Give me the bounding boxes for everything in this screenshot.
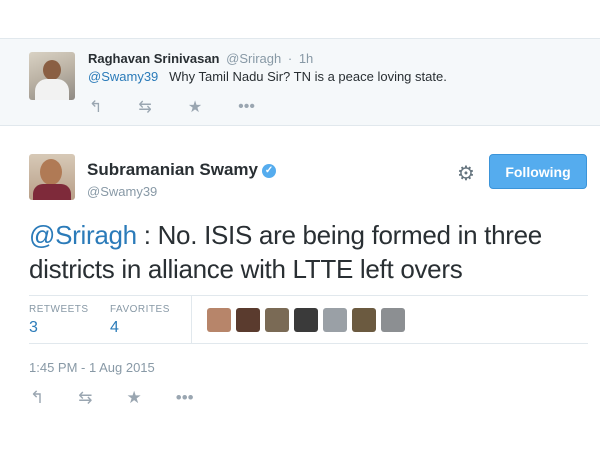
favoriter-avatar[interactable] — [236, 308, 260, 332]
reply-author-handle[interactable]: @Sriragh — [226, 51, 281, 66]
retweet-icon[interactable]: ⇆ — [78, 388, 92, 408]
more-icon[interactable]: ••• — [176, 388, 194, 408]
retweets-stat[interactable]: RETWEETS 3 — [29, 304, 89, 337]
favorite-icon[interactable]: ★ — [188, 97, 202, 117]
tweet-stats: RETWEETS 3 FAVORITES 4 — [29, 295, 588, 344]
reply-icon[interactable]: ↰ — [30, 388, 44, 408]
header-separator: · — [287, 51, 293, 66]
reply-author-name[interactable]: Raghavan Srinivasan — [88, 51, 220, 66]
reply-tweet-actions: ↰ ⇆ ★ ••• — [89, 97, 291, 117]
retweets-count: 3 — [29, 319, 38, 336]
verified-icon: ✓ — [262, 164, 277, 178]
reply-author-avatar[interactable] — [29, 52, 75, 100]
retweet-icon[interactable]: ⇆ — [138, 97, 151, 117]
favorites-count: 4 — [110, 319, 119, 336]
reply-tweet-header: Raghavan Srinivasan @Sriragh · 1h — [88, 51, 313, 66]
reply-icon[interactable]: ↰ — [89, 97, 102, 117]
favorite-icon[interactable]: ★ — [127, 388, 142, 408]
favoriter-avatar[interactable] — [207, 308, 231, 332]
gear-icon[interactable]: ⚙ — [457, 161, 475, 186]
favorites-label: FAVORITES — [110, 304, 170, 315]
main-tweet-text: @Sriragh : No. ISIS are being formed in … — [29, 218, 597, 286]
favoriter-avatars — [207, 308, 410, 332]
reply-tweet-text: @Swamy39 Why Tamil Nadu Sir? TN is a pea… — [88, 69, 447, 84]
favoriter-avatar[interactable] — [294, 308, 318, 332]
favoriter-avatar[interactable] — [265, 308, 289, 332]
following-button[interactable]: Following — [489, 154, 587, 189]
main-author-name[interactable]: Subramanian Swamy — [87, 160, 258, 179]
main-author-handle[interactable]: @Swamy39 — [87, 184, 157, 199]
reply-text-body: Why Tamil Nadu Sir? TN is a peace loving… — [169, 69, 447, 84]
reply-time-ago[interactable]: 1h — [299, 51, 313, 66]
reply-tweet[interactable]: Raghavan Srinivasan @Sriragh · 1h @Swamy… — [0, 38, 600, 126]
favoriter-avatar[interactable] — [381, 308, 405, 332]
tweet-timestamp[interactable]: 1:45 PM - 1 Aug 2015 — [29, 360, 155, 375]
favorites-stat[interactable]: FAVORITES 4 — [110, 304, 170, 337]
favoriter-avatar[interactable] — [323, 308, 347, 332]
main-author-avatar[interactable] — [29, 154, 75, 200]
stats-divider — [191, 296, 192, 343]
main-mention-link[interactable]: @Sriragh — [29, 220, 137, 250]
main-author-name-row: Subramanian Swamy ✓ — [87, 160, 277, 180]
more-icon[interactable]: ••• — [238, 98, 255, 116]
favoriter-avatar[interactable] — [352, 308, 376, 332]
reply-mention-link[interactable]: @Swamy39 — [88, 69, 158, 84]
main-tweet-actions: ↰ ⇆ ★ ••• — [30, 388, 228, 408]
retweets-label: RETWEETS — [29, 304, 89, 315]
